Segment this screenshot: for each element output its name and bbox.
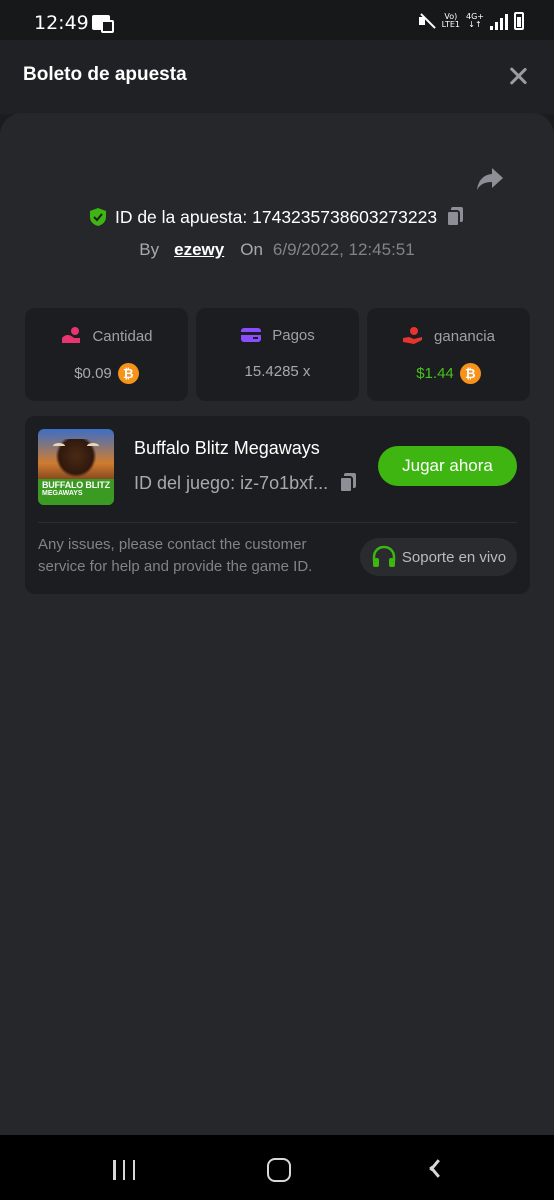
header: Boleto de apuesta	[0, 40, 554, 114]
mute-icon	[418, 12, 436, 30]
stat-payout-label: Pagos	[272, 326, 315, 344]
by-label: By	[139, 240, 160, 259]
status-icons: Vo) LTE1 4G+ ↓↑	[418, 12, 524, 30]
horn-left	[53, 443, 65, 449]
bet-meta: By ezewy On 6/9/2022, 12:45:51	[0, 238, 554, 262]
play-now-button[interactable]: Jugar ahora	[378, 446, 517, 486]
shield-check-icon	[89, 208, 106, 226]
volte-bottom: LTE1	[441, 20, 460, 29]
stat-payout-value: 15.4285 x	[244, 363, 311, 380]
live-support-label: Soporte en vivo	[401, 548, 507, 566]
card-icon	[241, 328, 262, 342]
coins-icon	[62, 327, 81, 343]
stat-payout: Pagos 15.4285 x	[196, 308, 359, 401]
page-title: Boleto de apuesta	[23, 64, 187, 85]
game-title: Buffalo Blitz Megaways	[134, 438, 320, 458]
volte-indicator: Vo) LTE1	[442, 13, 460, 29]
divider	[38, 522, 517, 523]
recent-apps-icon[interactable]	[113, 1160, 135, 1180]
stat-amount-value: $0.09	[74, 365, 112, 382]
copy-icon[interactable]	[445, 206, 465, 228]
support-note: Any issues, please contact the customer …	[38, 536, 313, 575]
thumb-title: BUFFALO BLITZ	[42, 480, 110, 490]
stat-profit-value: $1.44	[416, 365, 454, 382]
stat-amount-label: Cantidad	[92, 327, 153, 345]
horn-right	[87, 443, 99, 449]
game-id-row: ID del juego: iz-7o1bxf...	[134, 472, 358, 494]
battery-icon	[514, 12, 524, 30]
stat-profit: ganancia $1.44 ₿	[367, 308, 530, 401]
game-card: BUFFALO BLITZ MEGAWAYS Buffalo Blitz Meg…	[25, 416, 530, 594]
bet-stats: Cantidad $0.09 ₿ Pagos 15.4285 x gananci…	[25, 308, 530, 401]
stat-amount: Cantidad $0.09 ₿	[25, 308, 188, 401]
bitcoin-icon: ₿	[459, 363, 481, 384]
share-icon[interactable]	[474, 165, 506, 193]
home-icon[interactable]	[267, 1158, 291, 1182]
bet-datetime: 6/9/2022, 12:45:51	[272, 240, 415, 259]
network-bottom: ↓↑	[468, 20, 482, 29]
bet-id: ID de la apuesta: 1743235738603273223	[114, 206, 438, 227]
thumb-subtitle: MEGAWAYS	[42, 490, 83, 497]
live-support-button[interactable]: Soporte en vivo	[360, 538, 517, 576]
bitcoin-icon: ₿	[117, 363, 139, 384]
bet-slip-sheet	[0, 113, 554, 1135]
username-link[interactable]: ezewy	[174, 240, 224, 260]
status-time: 12:49	[34, 12, 89, 34]
game-id: ID del juego: iz-7o1bxf...	[134, 472, 329, 493]
headphones-icon	[372, 545, 396, 567]
game-thumbnail[interactable]: BUFFALO BLITZ MEGAWAYS	[38, 429, 114, 505]
close-icon[interactable]	[508, 66, 528, 86]
bet-id-row: ID de la apuesta: 1743235738603273223	[0, 204, 554, 230]
on-label: On	[240, 240, 263, 259]
hand-coin-icon	[403, 327, 423, 344]
notification-icon	[92, 15, 114, 33]
network-indicator: 4G+ ↓↑	[466, 13, 484, 29]
status-bar: 12:49 Vo) LTE1 4G+ ↓↑	[0, 0, 554, 40]
stat-profit-label: ganancia	[434, 327, 495, 345]
signal-icon	[490, 12, 508, 30]
copy-icon[interactable]	[338, 472, 358, 494]
system-nav-bar	[0, 1135, 554, 1200]
back-icon[interactable]	[427, 1160, 441, 1180]
